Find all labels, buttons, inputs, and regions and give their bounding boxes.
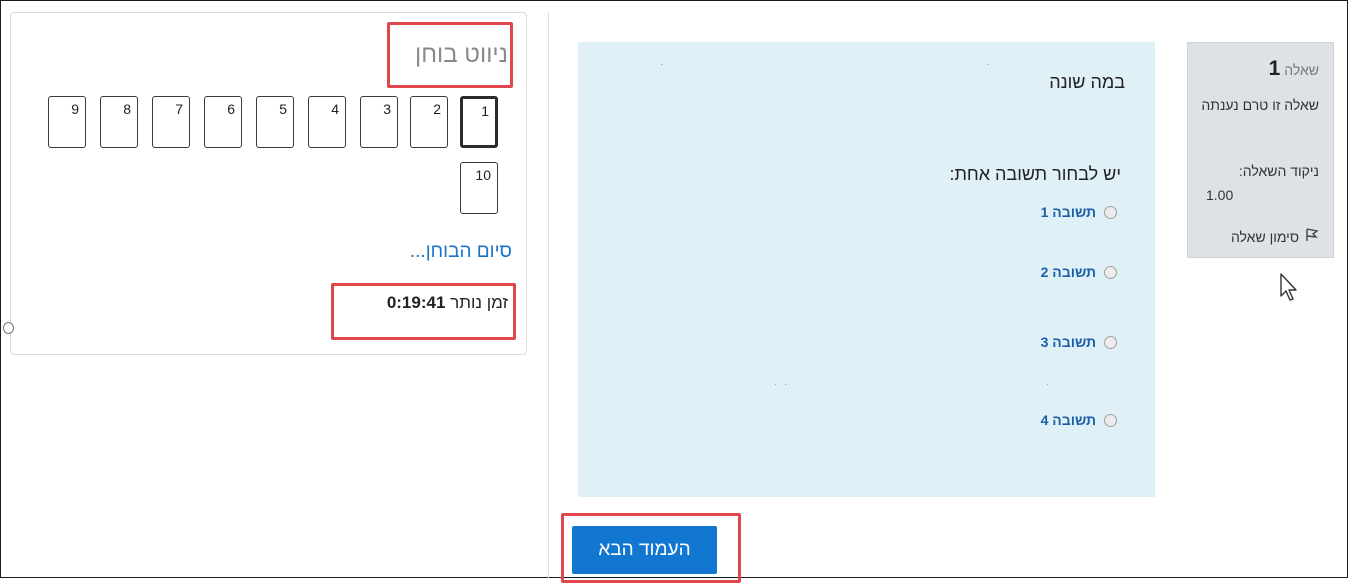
- answer-option-2[interactable]: תשובה 2: [1041, 264, 1117, 280]
- quiz-nav-button-8[interactable]: 8: [100, 96, 138, 148]
- quiz-nav-button-1[interactable]: 1: [460, 96, 498, 148]
- quiz-nav-button-6[interactable]: 6: [204, 96, 242, 148]
- quiz-nav-button-9[interactable]: 9: [48, 96, 86, 148]
- answer-label: תשובה 3: [1040, 334, 1096, 350]
- flag-icon: [1305, 228, 1319, 245]
- flag-question-label: סימון שאלה: [1230, 228, 1299, 245]
- radio-button[interactable]: [1104, 265, 1117, 279]
- next-page-button[interactable]: העמוד הבא: [572, 526, 717, 574]
- radio-button[interactable]: [1104, 335, 1117, 349]
- answer-option-4[interactable]: תשובה 4: [1041, 412, 1117, 428]
- question-info: שאלה 1 שאלה זו טרם נענתה ניקוד השאלה: 1.…: [1187, 42, 1334, 258]
- answer-prompt: יש לבחור תשובה אחת:: [949, 164, 1121, 184]
- radio-button[interactable]: [1104, 205, 1117, 219]
- flag-question-toggle[interactable]: סימון שאלה: [1231, 228, 1319, 245]
- highlight-nav-title: [387, 22, 513, 88]
- question-text: במה שונה: [1049, 72, 1125, 92]
- speck: .: [1046, 374, 1050, 388]
- question-content: במה שונה יש לבחור תשובה אחת: תשובה 1 תשו…: [578, 42, 1155, 497]
- finish-attempt-link[interactable]: סיום הבוחן...: [410, 241, 512, 263]
- quiz-nav-button-7[interactable]: 7: [152, 96, 190, 148]
- answer-option-3[interactable]: תשובה 3: [1041, 334, 1117, 350]
- question-grade-label: ניקוד השאלה:: [1238, 163, 1319, 179]
- answer-label: תשובה 2: [1040, 264, 1096, 280]
- speck: .: [660, 54, 664, 68]
- question-grade-value: 1.00: [1206, 187, 1234, 203]
- quiz-nav-button-5[interactable]: 5: [256, 96, 294, 148]
- quiz-nav-button-10[interactable]: 10: [460, 162, 498, 214]
- quiz-nav-button-3[interactable]: 3: [360, 96, 398, 148]
- answer-label: תשובה 4: [1040, 412, 1096, 428]
- question-label: שאלה: [1284, 62, 1319, 78]
- quiz-nav-button-4[interactable]: 4: [308, 96, 346, 148]
- radio-button[interactable]: [1104, 413, 1117, 427]
- question-state: שאלה זו טרם נענתה: [1201, 97, 1319, 113]
- quiz-nav-button-2[interactable]: 2: [410, 96, 448, 148]
- highlight-timer: [331, 283, 516, 340]
- question-number: שאלה 1: [1269, 57, 1319, 81]
- mouse-pointer-icon: [1279, 272, 1301, 307]
- speck: . .: [774, 374, 788, 388]
- question-number-value: 1: [1268, 57, 1281, 80]
- answer-option-1[interactable]: תשובה 1: [1041, 204, 1117, 220]
- answer-label: תשובה 1: [1040, 204, 1096, 220]
- resize-handle[interactable]: [3, 322, 14, 334]
- speck: .: [986, 54, 990, 68]
- column-divider: [548, 12, 549, 578]
